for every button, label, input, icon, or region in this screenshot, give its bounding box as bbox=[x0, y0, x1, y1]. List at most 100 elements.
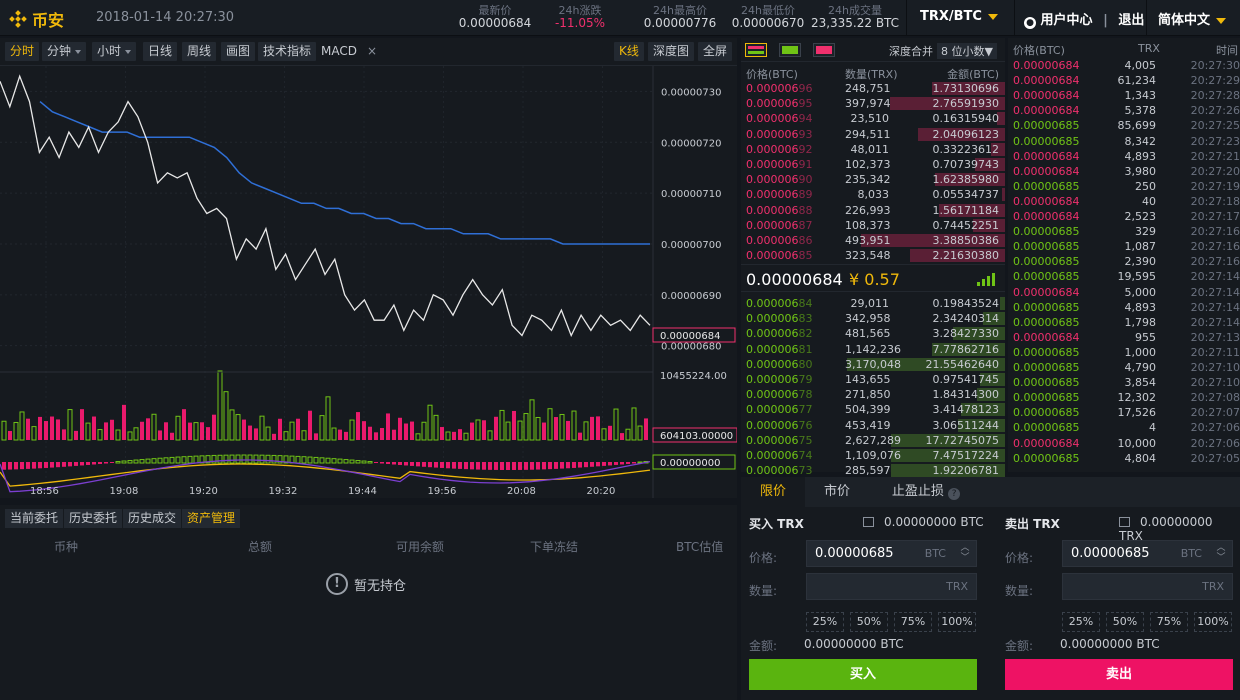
sell-75-button[interactable]: 75% bbox=[1150, 612, 1188, 632]
depth-select[interactable]: 8 位小数▼ bbox=[937, 43, 997, 59]
volume-bar bbox=[188, 422, 192, 440]
stat-24h-volume: 24h成交量 23,335.22 BTC bbox=[810, 4, 900, 30]
trade-time: 20:27:14 bbox=[1190, 315, 1240, 329]
close-icon[interactable]: × bbox=[362, 42, 382, 61]
stepper-icon[interactable]: ︿ ﹀ bbox=[958, 543, 972, 564]
orderbook-row[interactable]: 0.00000684 29,011 0.19843524 bbox=[741, 296, 1005, 311]
language-selector[interactable]: 简体中文 bbox=[1158, 9, 1227, 28]
tab-draw[interactable]: 画图 bbox=[221, 42, 256, 61]
volume-bar bbox=[452, 431, 456, 440]
orderbook-row[interactable]: 0.00000673 285,597 1.92206781 bbox=[741, 463, 1005, 478]
stat-24h-change: 24h涨跌 -11.05% bbox=[554, 4, 606, 30]
macd-bar bbox=[554, 462, 558, 469]
col-total: 总额 bbox=[248, 540, 273, 554]
orderbook-row[interactable]: 0.00000691 102,373 0.70739743 bbox=[741, 157, 1005, 172]
trade-time: 20:27:16 bbox=[1190, 240, 1240, 254]
tab-daily[interactable]: 日线 bbox=[143, 42, 178, 61]
tab-timeshare[interactable]: 分时 bbox=[5, 42, 40, 61]
row-amount: 0.33223612 bbox=[932, 142, 999, 156]
buy-button[interactable]: 买入 bbox=[749, 659, 977, 690]
tab-open-orders[interactable]: 当前委托 bbox=[5, 509, 64, 528]
view-asks-icon[interactable] bbox=[813, 43, 835, 57]
row-qty: 285,597 bbox=[845, 464, 891, 478]
buy-qty-input[interactable]: TRX bbox=[806, 573, 977, 600]
macd-bar bbox=[98, 462, 102, 464]
macd-bar bbox=[169, 456, 175, 464]
orderbook-row[interactable]: 0.00000694 23,510 0.16315940 bbox=[741, 111, 1005, 126]
volume-bar bbox=[289, 421, 295, 441]
help-icon[interactable]: ? bbox=[948, 488, 961, 500]
orderbook-row[interactable]: 0.00000690 235,342 1.62385980 bbox=[741, 172, 1005, 187]
macd-bar bbox=[247, 454, 253, 464]
tab-market[interactable]: 市价 bbox=[805, 477, 869, 507]
logout-link[interactable]: 退出 bbox=[1118, 13, 1144, 28]
buy-75-button[interactable]: 75% bbox=[894, 612, 932, 632]
sell-100-button[interactable]: 100% bbox=[1194, 612, 1232, 632]
volume-bar bbox=[499, 409, 505, 441]
user-center-link[interactable]: 用户中心 bbox=[1041, 13, 1093, 28]
orderbook-row[interactable]: 0.00000681 1,142,236 7.77862716 bbox=[741, 342, 1005, 357]
fullscreen-button[interactable]: 全屏 bbox=[698, 42, 733, 61]
orderbook-row[interactable]: 0.00000677 504,399 3.41478123 bbox=[741, 402, 1005, 417]
buy-25-button[interactable]: 25% bbox=[806, 612, 844, 632]
stat-24h-low: 24h最低价 0.00000670 bbox=[731, 4, 805, 30]
tab-minute[interactable]: 分钟 bbox=[42, 42, 87, 61]
macd-bar bbox=[626, 462, 630, 464]
tab-kline[interactable]: K线 bbox=[614, 42, 644, 61]
orderbook-row[interactable]: 0.00000685 323,548 2.21630380 bbox=[741, 248, 1005, 263]
orderbook-row[interactable]: 0.00000692 48,011 0.33223612 bbox=[741, 142, 1005, 157]
trade-time: 20:27:14 bbox=[1190, 285, 1240, 299]
view-bids-icon[interactable] bbox=[779, 43, 801, 57]
tab-assets[interactable]: 资产管理 bbox=[182, 509, 241, 528]
macd-bar bbox=[80, 462, 84, 466]
orderbook-row[interactable]: 0.00000678 271,850 1.84314300 bbox=[741, 387, 1005, 402]
tab-hour[interactable]: 小时 bbox=[92, 42, 137, 61]
orderbook-row[interactable]: 0.00000680 3,170,048 21.55462640 bbox=[741, 357, 1005, 372]
tab-weekly[interactable]: 周线 bbox=[182, 42, 217, 61]
tab-depth-chart[interactable]: 深度图 bbox=[648, 42, 695, 61]
macd-bar bbox=[110, 462, 114, 463]
volume-bar bbox=[529, 399, 535, 441]
sell-25-button[interactable]: 25% bbox=[1062, 612, 1100, 632]
view-both-icon[interactable] bbox=[745, 43, 767, 57]
orderbook-row[interactable]: 0.00000688 226,993 1.56171184 bbox=[741, 203, 1005, 218]
orderbook-row[interactable]: 0.00000686 493,951 3.38850386 bbox=[741, 233, 1005, 248]
volume-bar bbox=[644, 418, 648, 440]
row-amount: 3.28427330 bbox=[932, 327, 999, 341]
brand-logo[interactable]: 币安 bbox=[8, 7, 64, 31]
macd-bar bbox=[20, 462, 24, 470]
volume-bar bbox=[26, 418, 30, 440]
tab-order-history[interactable]: 历史委托 bbox=[64, 509, 123, 528]
buy-100-button[interactable]: 100% bbox=[938, 612, 976, 632]
orderbook-row[interactable]: 0.00000675 2,627,289 17.72745075 bbox=[741, 433, 1005, 448]
volume-bar bbox=[559, 413, 565, 441]
tab-trade-history[interactable]: 历史成交 bbox=[123, 509, 182, 528]
row-amount: 0.74452251 bbox=[932, 218, 999, 232]
orderbook-row[interactable]: 0.00000676 453,419 3.06511244 bbox=[741, 418, 1005, 433]
pair-selector[interactable]: TRX/BTC bbox=[920, 9, 998, 24]
sell-qty-input[interactable]: TRX bbox=[1062, 573, 1233, 600]
orderbook-row[interactable]: 0.00000689 8,033 0.05534737 bbox=[741, 187, 1005, 202]
orderbook-row[interactable]: 0.00000687 108,373 0.74452251 bbox=[741, 218, 1005, 233]
orderbook-row[interactable]: 0.00000696 248,751 1.73130696 bbox=[741, 81, 1005, 96]
price-chart[interactable]: 0.00000730 0.00000720 0.00000710 0.00000700… bbox=[0, 66, 737, 498]
sell-price-input[interactable]: 0.00000685 BTC ︿ ﹀ bbox=[1062, 540, 1233, 567]
orderbook-row[interactable]: 0.00000682 481,565 3.28427330 bbox=[741, 326, 1005, 341]
tab-indicators[interactable]: 技术指标 bbox=[258, 42, 317, 61]
trade-qty: 5,000 bbox=[1124, 285, 1157, 299]
orderbook-row[interactable]: 0.00000674 1,109,076 7.47517224 bbox=[741, 448, 1005, 463]
orderbook-row[interactable]: 0.00000693 294,511 2.04096123 bbox=[741, 127, 1005, 142]
orderbook-row[interactable]: 0.00000695 397,974 2.76591930 bbox=[741, 96, 1005, 111]
buy-50-button[interactable]: 50% bbox=[850, 612, 888, 632]
stepper-icon[interactable]: ︿ ﹀ bbox=[1214, 543, 1228, 564]
sell-button[interactable]: 卖出 bbox=[1005, 659, 1233, 690]
macd-bar bbox=[187, 455, 193, 464]
orderbook-row[interactable]: 0.00000679 143,655 0.97541745 bbox=[741, 372, 1005, 387]
volume-bar bbox=[331, 427, 337, 441]
orderbook-row[interactable]: 0.00000683 342,958 2.34240314 bbox=[741, 311, 1005, 326]
sell-50-button[interactable]: 50% bbox=[1106, 612, 1144, 632]
buy-price-input[interactable]: 0.00000685 BTC ︿ ﹀ bbox=[806, 540, 977, 567]
tab-limit[interactable]: 限价 bbox=[741, 477, 805, 507]
volume-bar bbox=[200, 422, 204, 440]
tab-stop-limit[interactable]: 止盈止损 ? bbox=[871, 477, 981, 507]
